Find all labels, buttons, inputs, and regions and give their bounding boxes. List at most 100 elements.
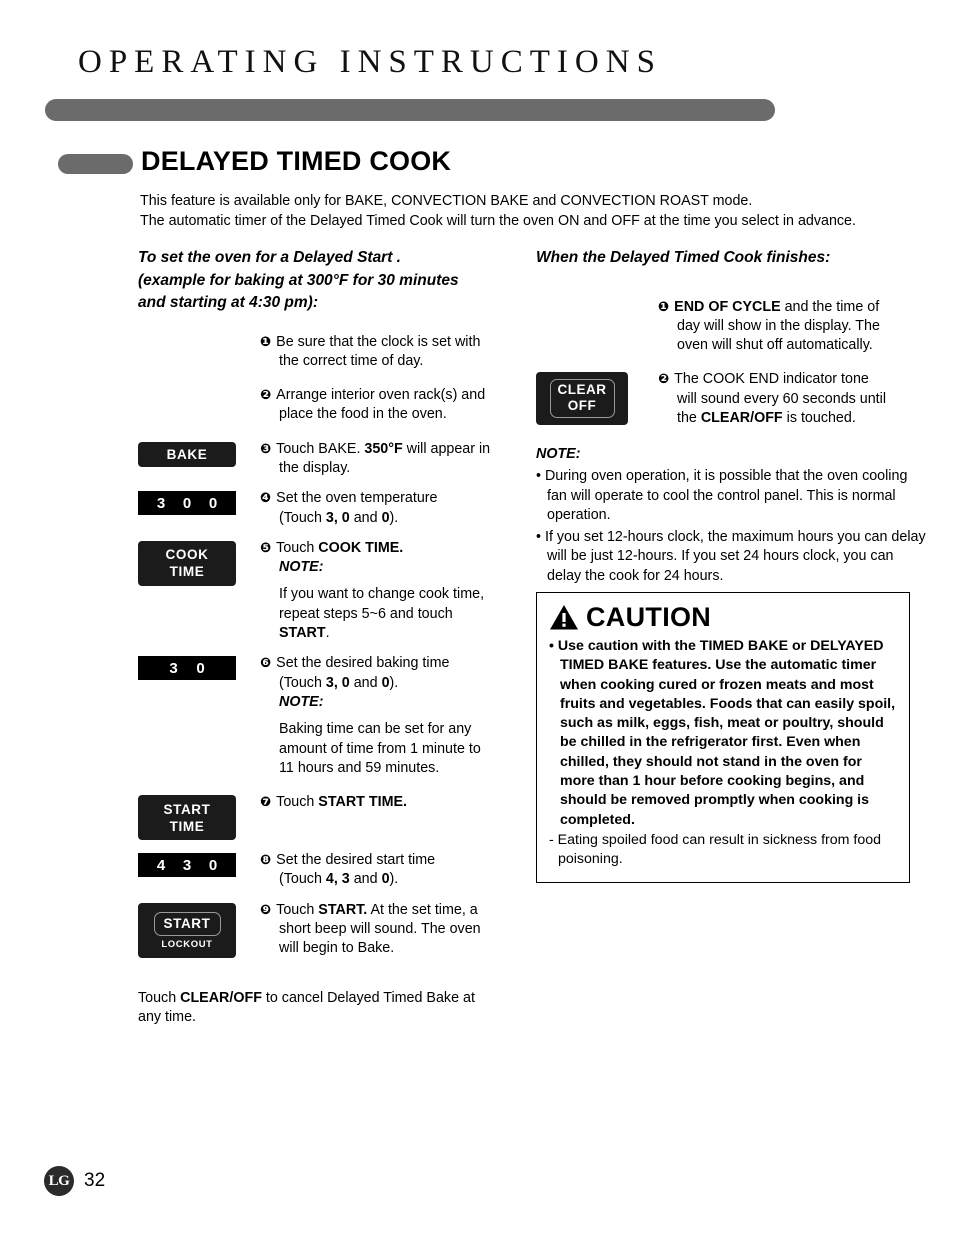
- intro-line-1: This feature is available only for BAKE,…: [140, 193, 753, 209]
- left-steps-list: ❶ Be sure that the clock is set with the …: [138, 315, 530, 959]
- step-line: ❶ END OF CYCLE and the time of: [658, 298, 928, 317]
- digit-display-430[interactable]: 4 3 0: [138, 853, 236, 878]
- clear-off-line-2: OFF: [567, 398, 597, 414]
- step-number-icon: ❸: [260, 441, 272, 457]
- closing-post: to cancel Delayed Timed Bake at: [261, 989, 475, 1006]
- page-number: 32: [84, 1170, 106, 1191]
- start-time-button[interactable]: START TIME: [138, 795, 236, 841]
- step-number-icon: ❺: [260, 540, 272, 556]
- caution-title: CAUTION: [586, 602, 712, 632]
- caution-sub-text: - Eating spoiled food can result in sick…: [549, 831, 881, 868]
- step-text: ❼ Touch START TIME.: [250, 793, 530, 812]
- step-line: ❷ The COOK END indicator tone: [658, 370, 928, 389]
- touch-mid: and: [349, 509, 382, 526]
- left-column: To set the oven for a Delayed Start . (e…: [138, 247, 530, 1027]
- step-line-text: Set the desired start time: [276, 852, 436, 869]
- cook-time-button-line-2: TIME: [169, 564, 205, 580]
- step-item: ❷ Arrange interior oven rack(s) and place…: [138, 386, 530, 425]
- step-text: ❾ Touch START. At the set time, a short b…: [250, 901, 530, 959]
- right-column-heading: When the Delayed Timed Cook finishes:: [536, 249, 831, 266]
- step-line: ❼ Touch START TIME.: [260, 793, 530, 812]
- line3-post: is touched.: [782, 409, 856, 426]
- step-line-pre: Touch: [276, 794, 319, 811]
- step-text: ❻ Set the desired baking time (Touch 3, 0…: [250, 654, 530, 778]
- closing-line-2: any time.: [138, 1008, 197, 1025]
- page-title: OPERATING INSTRUCTIONS: [78, 44, 662, 80]
- right-steps-list: ❶ END OF CYCLE and the time of day will s…: [536, 298, 928, 429]
- digit-display-30[interactable]: 3 0: [138, 656, 236, 681]
- digit-display-300[interactable]: 3 0 0: [138, 491, 236, 516]
- note-label: NOTE:: [279, 559, 324, 576]
- right-note-block: NOTE: • During oven operation, it is pos…: [536, 444, 928, 586]
- step-line-bold: 350°F: [364, 440, 403, 457]
- start-button-label: START: [153, 912, 221, 937]
- caution-main-text: • Use caution with the TIMED BAKE or DEL…: [549, 638, 896, 828]
- step-button-slot: 4 3 0: [138, 851, 250, 878]
- touch-post: ).: [389, 509, 399, 526]
- touch-keys-1: 3, 0: [325, 509, 350, 526]
- step-line-2: (Touch 3, 0 and 0).: [260, 674, 530, 693]
- step-line: ❶ Be sure that the clock is set with: [260, 333, 530, 352]
- digit: 0: [196, 659, 205, 677]
- step-item: START LOCKOUT ❾ Touch START. At the set t…: [138, 901, 530, 959]
- step-line-2: short beep will sound. The oven: [279, 921, 481, 938]
- bake-button[interactable]: BAKE: [138, 441, 236, 467]
- step-text: ❺ Touch COOK TIME. NOTE: If you want to c…: [250, 539, 530, 643]
- step-text: ❽ Set the desired start time (Touch 4, 3 …: [250, 851, 530, 890]
- step-number-icon: ❽: [260, 853, 272, 869]
- note-line-2: amount of time from 1 minute to: [279, 740, 481, 757]
- closing-pre: Touch: [138, 989, 181, 1006]
- digit: 3: [156, 494, 166, 512]
- step-text: ❷ Arrange interior oven rack(s) and place…: [250, 386, 530, 425]
- step-number-icon: ❷: [260, 388, 272, 404]
- step-line-text: Set the oven temperature: [276, 490, 438, 507]
- step-line-pre: Touch: [276, 901, 319, 918]
- note-label: NOTE:: [279, 693, 324, 710]
- step-line-2: place the food in the oven.: [279, 406, 447, 423]
- touch-keys-2: 0: [381, 509, 390, 526]
- step-line-2: the display.: [279, 459, 351, 476]
- step-line: ❾ Touch START. At the set time, a: [260, 901, 530, 920]
- step-line-2: the correct time of day.: [279, 352, 424, 369]
- touch-pre: (Touch: [279, 509, 326, 526]
- start-time-button-line-1: START: [163, 801, 211, 817]
- step-line-2: (Touch 4, 3 and 0).: [260, 870, 530, 889]
- step-item: ❶ Be sure that the clock is set with the …: [138, 333, 530, 372]
- step-line-bold: START.: [318, 901, 368, 918]
- step-item: COOK TIME ❺ Touch COOK TIME. NOTE: If you…: [138, 539, 530, 643]
- cook-time-button[interactable]: COOK TIME: [138, 540, 236, 586]
- digit: 0: [182, 494, 192, 512]
- step-number-icon: ❹: [260, 491, 272, 507]
- touch-keys-2: 0: [381, 871, 390, 888]
- line3-pre: the: [677, 409, 701, 426]
- caution-header: CAUTION: [549, 602, 897, 632]
- left-column-heading: To set the oven for a Delayed Start . (e…: [138, 247, 530, 315]
- step-item: 3 0 0 ❹ Set the oven temperature (Touch 3…: [138, 489, 530, 528]
- step-button-slot: START LOCKOUT: [138, 901, 250, 958]
- note-bold: START: [279, 625, 326, 642]
- touch-mid: and: [349, 674, 382, 691]
- intro-line-2: The automatic timer of the Delayed Timed…: [140, 212, 856, 229]
- note-line-2: repeat steps 5~6 and touch: [279, 605, 453, 622]
- step-button-slot: [138, 386, 250, 388]
- start-lockout-button[interactable]: START LOCKOUT: [138, 902, 236, 958]
- step-line-bold: END OF CYCLE: [674, 298, 781, 315]
- step-number-icon: ❾: [260, 902, 272, 918]
- step-button-slot: START TIME: [138, 793, 250, 841]
- step-line-2: day will show in the display. The: [677, 317, 880, 334]
- step-button-slot: 3 0 0: [138, 489, 250, 516]
- step-text: ❶ Be sure that the clock is set with the …: [250, 333, 530, 372]
- note-bullet: • If you set 12-hours clock, the maximum…: [536, 529, 926, 584]
- clear-off-button[interactable]: CLEAR OFF: [536, 372, 628, 426]
- step-button-slot: CLEAR OFF: [536, 370, 648, 426]
- step-line-3: the CLEAR/OFF is touched.: [658, 409, 928, 428]
- clear-off-button-label: CLEAR OFF: [549, 379, 615, 419]
- step-line-pre: Touch BAKE.: [276, 440, 365, 457]
- step-line-3: oven will shut off automatically.: [677, 337, 873, 354]
- warning-triangle-icon: [550, 604, 578, 629]
- step-item: ❶ END OF CYCLE and the time of day will s…: [536, 298, 928, 356]
- step-line-post: At the set time, a: [367, 901, 478, 918]
- step-line-pre: Touch: [276, 539, 319, 556]
- touch-pre: (Touch: [279, 674, 326, 691]
- step-item: 4 3 0 ❽ Set the desired start time (Touch…: [138, 851, 530, 890]
